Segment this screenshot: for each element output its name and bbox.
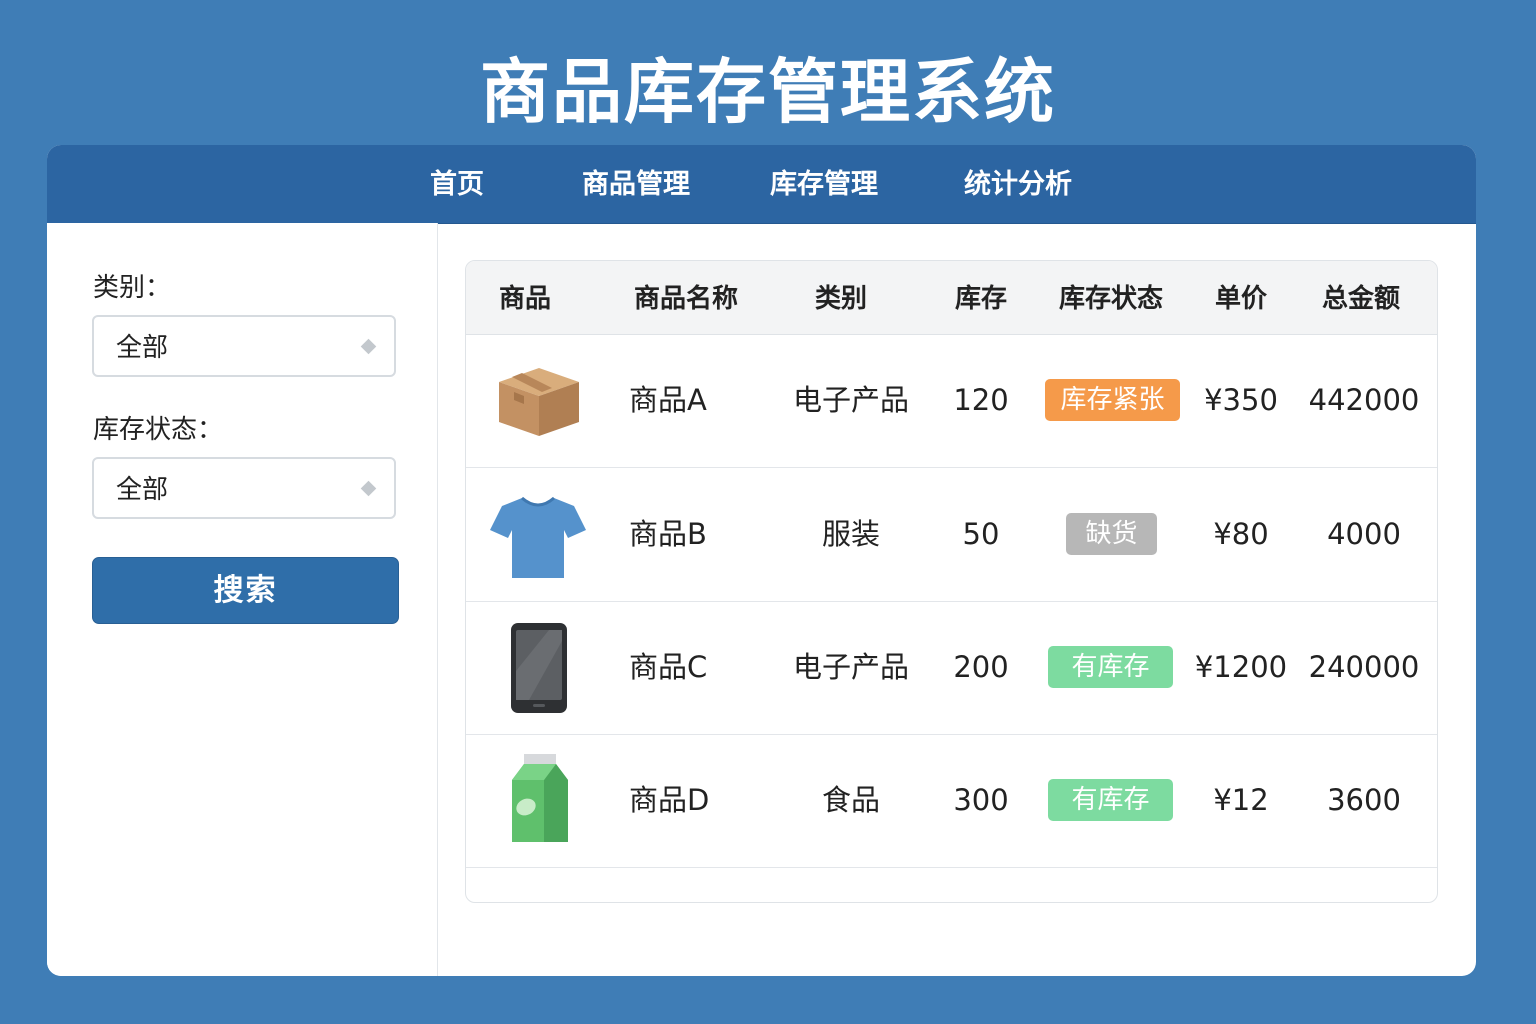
- header-product: 商品: [498, 284, 551, 314]
- product-category: 食品: [821, 783, 880, 817]
- category-filter-label: 类别：: [93, 273, 172, 303]
- top-navbar: 首页 商品管理 库存管理 统计分析: [47, 145, 1476, 224]
- product-stock: 300: [953, 783, 1009, 817]
- product-category: 电子产品: [792, 650, 909, 684]
- product-total: 442000: [1308, 383, 1420, 417]
- tshirt-icon: [490, 496, 586, 578]
- product-price: ¥350: [1204, 383, 1278, 417]
- header-total-amount: 总金额: [1321, 284, 1400, 314]
- dropdown-arrow-icon: [360, 480, 377, 497]
- header-stock: 库存: [954, 284, 1007, 314]
- stock-status-select-value: 全部: [116, 475, 169, 505]
- cardboard-box-icon: [499, 368, 579, 436]
- product-stock: 120: [953, 383, 1009, 417]
- header-product-name: 商品名称: [633, 284, 738, 314]
- category-select[interactable]: 全部: [92, 315, 396, 377]
- table-header: 商品 商品名称 类别 库存 库存状态 单价 总金额: [466, 261, 1437, 335]
- table-row[interactable]: 商品A 电子产品 120 库存紧张 ¥350 442000: [466, 334, 1437, 468]
- product-name: 商品D: [629, 783, 710, 817]
- search-button[interactable]: 搜索: [92, 557, 399, 624]
- main-panel: 首页 商品管理 库存管理 统计分析 类别： 全部 库存状态： 全部 搜索 商品 …: [47, 145, 1476, 976]
- filter-sidebar: 类别： 全部 库存状态： 全部 搜索: [47, 223, 438, 976]
- product-name: 商品B: [629, 517, 707, 551]
- product-total: 240000: [1308, 650, 1420, 684]
- header-unit-price: 单价: [1214, 284, 1267, 314]
- status-badge: 缺货: [1066, 513, 1157, 555]
- nav-item-home[interactable]: 首页: [430, 145, 484, 223]
- stock-status-select[interactable]: 全部: [92, 457, 396, 519]
- nav-item-product-management[interactable]: 商品管理: [582, 145, 690, 223]
- status-badge: 有库存: [1048, 646, 1173, 688]
- product-stock: 50: [962, 517, 1000, 551]
- smartphone-icon: [511, 623, 567, 713]
- product-total: 3600: [1327, 783, 1401, 817]
- status-badge: 有库存: [1048, 779, 1173, 821]
- category-select-value: 全部: [116, 333, 169, 363]
- nav-item-inventory-management[interactable]: 库存管理: [770, 145, 878, 223]
- header-category: 类别: [814, 284, 867, 314]
- product-stock: 200: [953, 650, 1009, 684]
- product-name: 商品C: [629, 650, 708, 684]
- table-row[interactable]: 商品D 食品 300 有库存 ¥12 3600: [466, 734, 1437, 868]
- inventory-table: 商品 商品名称 类别 库存 库存状态 单价 总金额 商品A 电子产品 120 库…: [465, 260, 1438, 903]
- product-category: 电子产品: [792, 383, 909, 417]
- table-row[interactable]: 商品B 服装 50 缺货 ¥80 4000: [466, 468, 1437, 602]
- header-stock-status: 库存状态: [1058, 284, 1163, 314]
- status-badge: 库存紧张: [1045, 379, 1180, 421]
- product-name: 商品A: [629, 383, 707, 417]
- dropdown-arrow-icon: [360, 338, 377, 355]
- nav-item-statistics[interactable]: 统计分析: [964, 145, 1072, 223]
- product-category: 服装: [821, 517, 880, 551]
- stock-status-filter-label: 库存状态：: [93, 415, 224, 445]
- product-price: ¥12: [1213, 783, 1269, 817]
- product-total: 4000: [1327, 517, 1401, 551]
- page-title: 商品库存管理系统: [480, 51, 1056, 133]
- milk-carton-icon: [512, 754, 568, 842]
- table-row[interactable]: 商品C 电子产品 200 有库存 ¥1200 240000: [466, 601, 1437, 735]
- product-price: ¥80: [1213, 517, 1269, 551]
- product-price: ¥1200: [1194, 650, 1288, 684]
